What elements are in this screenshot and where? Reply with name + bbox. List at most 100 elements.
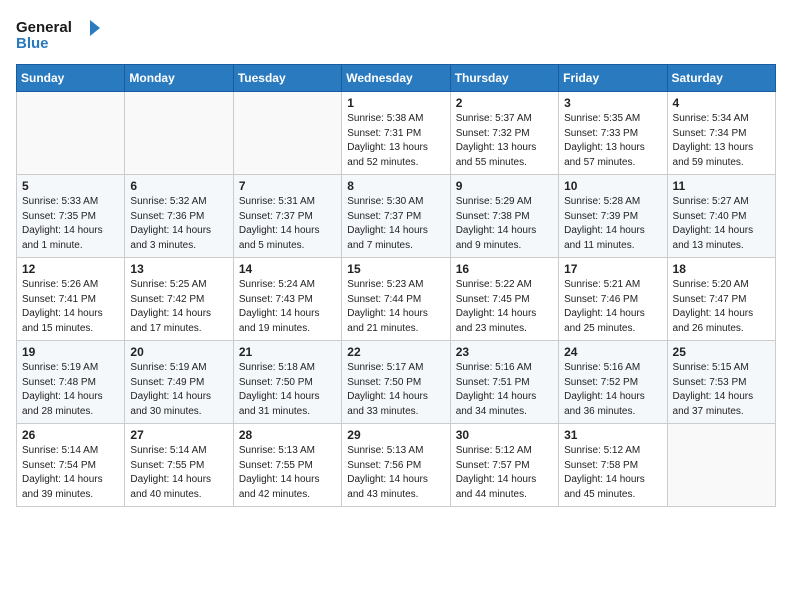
sunset-text: Sunset: 7:33 PM <box>564 128 638 139</box>
calendar-cell <box>17 92 125 175</box>
calendar-cell: 6 Sunrise: 5:32 AM Sunset: 7:36 PM Dayli… <box>125 175 233 258</box>
daylight-text: Daylight: 14 hours and 42 minutes. <box>239 474 320 500</box>
sunset-text: Sunset: 7:51 PM <box>456 377 530 388</box>
sunset-text: Sunset: 7:31 PM <box>347 128 421 139</box>
daylight-text: Daylight: 14 hours and 3 minutes. <box>130 225 211 251</box>
svg-text:Blue: Blue <box>16 35 49 52</box>
calendar-cell: 28 Sunrise: 5:13 AM Sunset: 7:55 PM Dayl… <box>233 424 341 507</box>
day-number: 10 <box>564 179 661 193</box>
daylight-text: Daylight: 14 hours and 30 minutes. <box>130 391 211 417</box>
calendar-cell: 31 Sunrise: 5:12 AM Sunset: 7:58 PM Dayl… <box>559 424 667 507</box>
sunrise-text: Sunrise: 5:17 AM <box>347 362 423 373</box>
daylight-text: Daylight: 14 hours and 25 minutes. <box>564 308 645 334</box>
daylight-text: Daylight: 14 hours and 11 minutes. <box>564 225 645 251</box>
day-info: Sunrise: 5:27 AM Sunset: 7:40 PM Dayligh… <box>673 195 770 253</box>
calendar-cell: 18 Sunrise: 5:20 AM Sunset: 7:47 PM Dayl… <box>667 258 775 341</box>
day-info: Sunrise: 5:25 AM Sunset: 7:42 PM Dayligh… <box>130 278 227 336</box>
daylight-text: Daylight: 14 hours and 31 minutes. <box>239 391 320 417</box>
day-info: Sunrise: 5:24 AM Sunset: 7:43 PM Dayligh… <box>239 278 336 336</box>
daylight-text: Daylight: 14 hours and 19 minutes. <box>239 308 320 334</box>
day-info: Sunrise: 5:17 AM Sunset: 7:50 PM Dayligh… <box>347 361 444 419</box>
sunrise-text: Sunrise: 5:19 AM <box>130 362 206 373</box>
calendar-week-row: 26 Sunrise: 5:14 AM Sunset: 7:54 PM Dayl… <box>17 424 776 507</box>
logo-svg: General Blue <box>16 16 106 52</box>
day-number: 7 <box>239 179 336 193</box>
sunset-text: Sunset: 7:41 PM <box>22 294 96 305</box>
svg-text:General: General <box>16 19 72 36</box>
weekday-header-tuesday: Tuesday <box>233 65 341 92</box>
calendar-cell: 16 Sunrise: 5:22 AM Sunset: 7:45 PM Dayl… <box>450 258 558 341</box>
daylight-text: Daylight: 13 hours and 52 minutes. <box>347 142 428 168</box>
sunrise-text: Sunrise: 5:19 AM <box>22 362 98 373</box>
sunset-text: Sunset: 7:39 PM <box>564 211 638 222</box>
calendar-cell: 4 Sunrise: 5:34 AM Sunset: 7:34 PM Dayli… <box>667 92 775 175</box>
daylight-text: Daylight: 14 hours and 7 minutes. <box>347 225 428 251</box>
day-number: 25 <box>673 345 770 359</box>
daylight-text: Daylight: 14 hours and 45 minutes. <box>564 474 645 500</box>
day-number: 9 <box>456 179 553 193</box>
calendar-cell <box>233 92 341 175</box>
daylight-text: Daylight: 14 hours and 9 minutes. <box>456 225 537 251</box>
day-info: Sunrise: 5:15 AM Sunset: 7:53 PM Dayligh… <box>673 361 770 419</box>
sunrise-text: Sunrise: 5:21 AM <box>564 279 640 290</box>
day-info: Sunrise: 5:14 AM Sunset: 7:55 PM Dayligh… <box>130 444 227 502</box>
daylight-text: Daylight: 14 hours and 43 minutes. <box>347 474 428 500</box>
day-info: Sunrise: 5:30 AM Sunset: 7:37 PM Dayligh… <box>347 195 444 253</box>
calendar-cell: 26 Sunrise: 5:14 AM Sunset: 7:54 PM Dayl… <box>17 424 125 507</box>
day-number: 22 <box>347 345 444 359</box>
sunrise-text: Sunrise: 5:20 AM <box>673 279 749 290</box>
calendar-week-row: 1 Sunrise: 5:38 AM Sunset: 7:31 PM Dayli… <box>17 92 776 175</box>
daylight-text: Daylight: 14 hours and 37 minutes. <box>673 391 754 417</box>
sunset-text: Sunset: 7:55 PM <box>239 460 313 471</box>
sunrise-text: Sunrise: 5:37 AM <box>456 113 532 124</box>
daylight-text: Daylight: 13 hours and 55 minutes. <box>456 142 537 168</box>
day-number: 26 <box>22 428 119 442</box>
weekday-header-thursday: Thursday <box>450 65 558 92</box>
day-number: 15 <box>347 262 444 276</box>
calendar-cell: 30 Sunrise: 5:12 AM Sunset: 7:57 PM Dayl… <box>450 424 558 507</box>
day-number: 14 <box>239 262 336 276</box>
day-number: 12 <box>22 262 119 276</box>
day-number: 21 <box>239 345 336 359</box>
day-number: 17 <box>564 262 661 276</box>
weekday-header-wednesday: Wednesday <box>342 65 450 92</box>
sunrise-text: Sunrise: 5:38 AM <box>347 113 423 124</box>
sunrise-text: Sunrise: 5:12 AM <box>456 445 532 456</box>
day-info: Sunrise: 5:13 AM Sunset: 7:56 PM Dayligh… <box>347 444 444 502</box>
day-number: 8 <box>347 179 444 193</box>
sunset-text: Sunset: 7:58 PM <box>564 460 638 471</box>
daylight-text: Daylight: 14 hours and 40 minutes. <box>130 474 211 500</box>
day-info: Sunrise: 5:12 AM Sunset: 7:57 PM Dayligh… <box>456 444 553 502</box>
daylight-text: Daylight: 14 hours and 1 minute. <box>22 225 103 251</box>
logo: General Blue <box>16 16 106 52</box>
calendar-cell: 20 Sunrise: 5:19 AM Sunset: 7:49 PM Dayl… <box>125 341 233 424</box>
weekday-header-sunday: Sunday <box>17 65 125 92</box>
sunset-text: Sunset: 7:48 PM <box>22 377 96 388</box>
calendar-cell <box>125 92 233 175</box>
day-number: 20 <box>130 345 227 359</box>
day-info: Sunrise: 5:32 AM Sunset: 7:36 PM Dayligh… <box>130 195 227 253</box>
calendar-cell: 29 Sunrise: 5:13 AM Sunset: 7:56 PM Dayl… <box>342 424 450 507</box>
day-number: 31 <box>564 428 661 442</box>
day-number: 19 <box>22 345 119 359</box>
sunrise-text: Sunrise: 5:28 AM <box>564 196 640 207</box>
calendar-cell: 19 Sunrise: 5:19 AM Sunset: 7:48 PM Dayl… <box>17 341 125 424</box>
calendar-table: SundayMondayTuesdayWednesdayThursdayFrid… <box>16 64 776 507</box>
calendar-cell: 24 Sunrise: 5:16 AM Sunset: 7:52 PM Dayl… <box>559 341 667 424</box>
calendar-cell: 11 Sunrise: 5:27 AM Sunset: 7:40 PM Dayl… <box>667 175 775 258</box>
weekday-header-monday: Monday <box>125 65 233 92</box>
sunrise-text: Sunrise: 5:25 AM <box>130 279 206 290</box>
day-info: Sunrise: 5:13 AM Sunset: 7:55 PM Dayligh… <box>239 444 336 502</box>
sunrise-text: Sunrise: 5:13 AM <box>239 445 315 456</box>
day-number: 5 <box>22 179 119 193</box>
day-info: Sunrise: 5:19 AM Sunset: 7:48 PM Dayligh… <box>22 361 119 419</box>
sunrise-text: Sunrise: 5:18 AM <box>239 362 315 373</box>
day-info: Sunrise: 5:26 AM Sunset: 7:41 PM Dayligh… <box>22 278 119 336</box>
calendar-cell: 12 Sunrise: 5:26 AM Sunset: 7:41 PM Dayl… <box>17 258 125 341</box>
day-number: 23 <box>456 345 553 359</box>
sunrise-text: Sunrise: 5:12 AM <box>564 445 640 456</box>
sunrise-text: Sunrise: 5:30 AM <box>347 196 423 207</box>
day-number: 13 <box>130 262 227 276</box>
daylight-text: Daylight: 14 hours and 44 minutes. <box>456 474 537 500</box>
sunrise-text: Sunrise: 5:16 AM <box>564 362 640 373</box>
